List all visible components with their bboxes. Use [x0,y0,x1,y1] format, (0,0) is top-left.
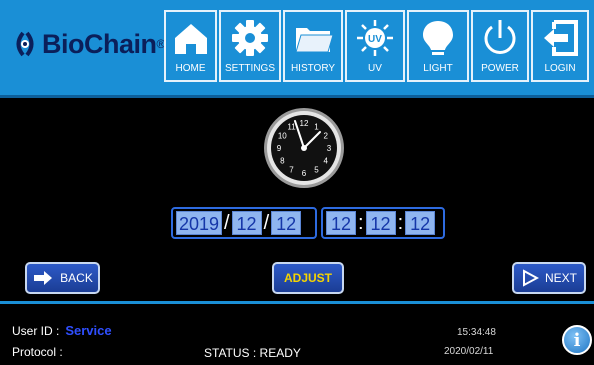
nav-history-button[interactable]: HISTORY [283,10,343,82]
status-clock-date: 2020/02/11 [444,346,494,357]
analog-clock: 12 1 2 3 4 5 6 7 8 9 10 11 [262,106,346,195]
clock-number: 10 [278,132,287,141]
top-navigation-bar: BioChain ® HOME SETTINGS HISTORY UV UV L… [0,0,594,98]
uv-badge-text: UV [368,34,382,45]
second-field[interactable]: 12 [405,211,436,235]
time-separator: : [358,211,364,234]
home-icon [174,24,207,54]
next-button[interactable]: NEXT [512,262,586,294]
status-text: STATUS : READY [204,346,301,360]
day-field[interactable]: 12 [271,211,302,235]
gear-icon [232,20,268,56]
nav-light-button[interactable]: LIGHT [407,10,469,82]
clock-number: 5 [314,166,319,175]
nav-home-label: HOME [175,63,206,74]
clock-number: 4 [323,157,328,166]
clock-number: 7 [289,166,294,175]
date-separator: / [224,211,230,234]
login-icon [544,20,578,56]
nav-settings-button[interactable]: SETTINGS [219,10,281,82]
user-id-label: User ID : [12,324,60,338]
nav-uv-label: UV [368,63,382,74]
status-bar: User ID : Service Protocol : STATUS : REA… [0,301,594,365]
clock-number: 12 [300,119,309,128]
month-field[interactable]: 12 [231,211,262,235]
time-separator: : [397,211,404,234]
clock-number: 1 [314,122,319,131]
adjust-button[interactable]: ADJUST [272,262,344,294]
clock-number: 8 [280,157,285,166]
lightbulb-icon [423,21,453,55]
nav-settings-label: SETTINGS [224,63,275,74]
clock-number: 3 [327,144,332,153]
year-field[interactable]: 2019 [176,211,222,235]
minute-field[interactable]: 12 [365,211,396,235]
user-id-value: Service [65,323,112,338]
next-button-label: NEXT [544,271,577,285]
nav-login-button[interactable]: LOGIN [531,10,589,82]
nav-home-button[interactable]: HOME [164,10,217,82]
info-icon: i [573,329,581,351]
folder-icon [295,28,333,53]
adjust-button-label: ADJUST [283,271,332,285]
uv-sun-icon: UV [357,20,393,56]
hour-field[interactable]: 12 [326,211,356,235]
nav-uv-button[interactable]: UV UV [345,10,405,82]
protocol-label: Protocol : [12,345,63,359]
status-clock-time: 15:34:48 [457,327,496,338]
back-arrow-icon [32,269,54,287]
clock-number: 2 [323,132,328,141]
next-arrow-icon [521,269,539,287]
biochain-logo-icon [10,29,40,59]
nav-light-label: LIGHT [423,63,453,74]
info-button[interactable]: i [562,325,592,355]
nav-power-label: POWER [481,63,519,74]
nav-login-label: LOGIN [544,63,576,74]
date-separator: / [263,211,270,234]
clock-number: 9 [277,144,282,153]
nav-power-button[interactable]: POWER [471,10,529,82]
back-button[interactable]: BACK [25,262,100,294]
power-icon [484,20,516,54]
clock-number: 6 [302,169,307,178]
nav-history-label: HISTORY [290,63,336,74]
time-input-group: 12 : 12 : 12 [321,207,445,239]
date-input-group: 2019 / 12 / 12 [171,207,317,239]
user-id-row: User ID : Service [12,323,112,338]
back-button-label: BACK [60,271,93,285]
brand-name: BioChain [42,28,157,59]
brand-logo: BioChain ® [10,26,165,62]
